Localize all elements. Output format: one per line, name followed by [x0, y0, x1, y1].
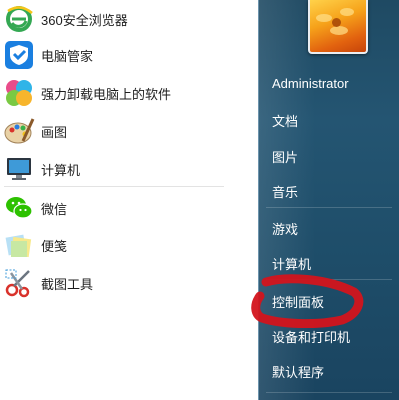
pc-manager-shield-icon — [5, 41, 33, 69]
program-label: 微信 — [41, 201, 68, 217]
sticky-notes-icon — [5, 234, 32, 258]
wechat-icon — [6, 197, 33, 219]
red-highlight-annotation — [251, 274, 364, 328]
program-item-pc-manager[interactable]: 电脑管家 — [0, 37, 250, 73]
program-item-computer[interactable]: 计算机 — [0, 151, 250, 187]
menu-item-computer[interactable]: 计算机 — [272, 254, 311, 273]
program-label: 画图 — [41, 124, 68, 140]
program-item-uninstall[interactable]: 强力卸载电脑上的软件 — [0, 75, 250, 111]
program-label: 强力卸载电脑上的软件 — [41, 86, 172, 102]
menu-item-devices-printers[interactable]: 设备和打印机 — [272, 327, 350, 346]
user-avatar[interactable] — [308, 0, 368, 54]
program-label: 截图工具 — [41, 276, 94, 292]
program-list: 360安全浏览器 电脑管家 强力卸载电脑上的软件 画图 计算机 微信 便笺 截图… — [0, 0, 258, 400]
menu-item-documents[interactable]: 文档 — [272, 111, 298, 130]
right-menu-divider — [266, 392, 392, 393]
program-item-wechat[interactable]: 微信 — [0, 190, 250, 226]
program-item-snipping-tool[interactable]: 截图工具 — [0, 265, 250, 301]
program-label: 电脑管家 — [41, 48, 94, 64]
program-label: 便笺 — [41, 238, 68, 254]
menu-item-default-programs[interactable]: 默认程序 — [272, 362, 324, 381]
paint-palette-icon — [4, 118, 35, 144]
menu-item-games[interactable]: 游戏 — [272, 219, 298, 238]
program-list-divider — [4, 186, 224, 187]
menu-item-music[interactable]: 音乐 — [272, 182, 298, 201]
program-item-360-browser[interactable]: 360安全浏览器 — [0, 1, 250, 37]
computer-monitor-icon — [7, 158, 31, 180]
username-link[interactable]: Administrator — [272, 76, 349, 91]
menu-item-pictures[interactable]: 图片 — [272, 147, 298, 166]
program-label: 计算机 — [41, 162, 81, 178]
uninstall-software-icon — [6, 80, 32, 106]
program-item-paint[interactable]: 画图 — [0, 113, 250, 149]
snipping-tool-icon — [5, 269, 30, 298]
right-menu-divider — [266, 207, 392, 208]
program-item-sticky-notes[interactable]: 便笺 — [0, 227, 250, 263]
browser-360-icon — [6, 6, 33, 32]
program-label: 360安全浏览器 — [41, 12, 128, 28]
